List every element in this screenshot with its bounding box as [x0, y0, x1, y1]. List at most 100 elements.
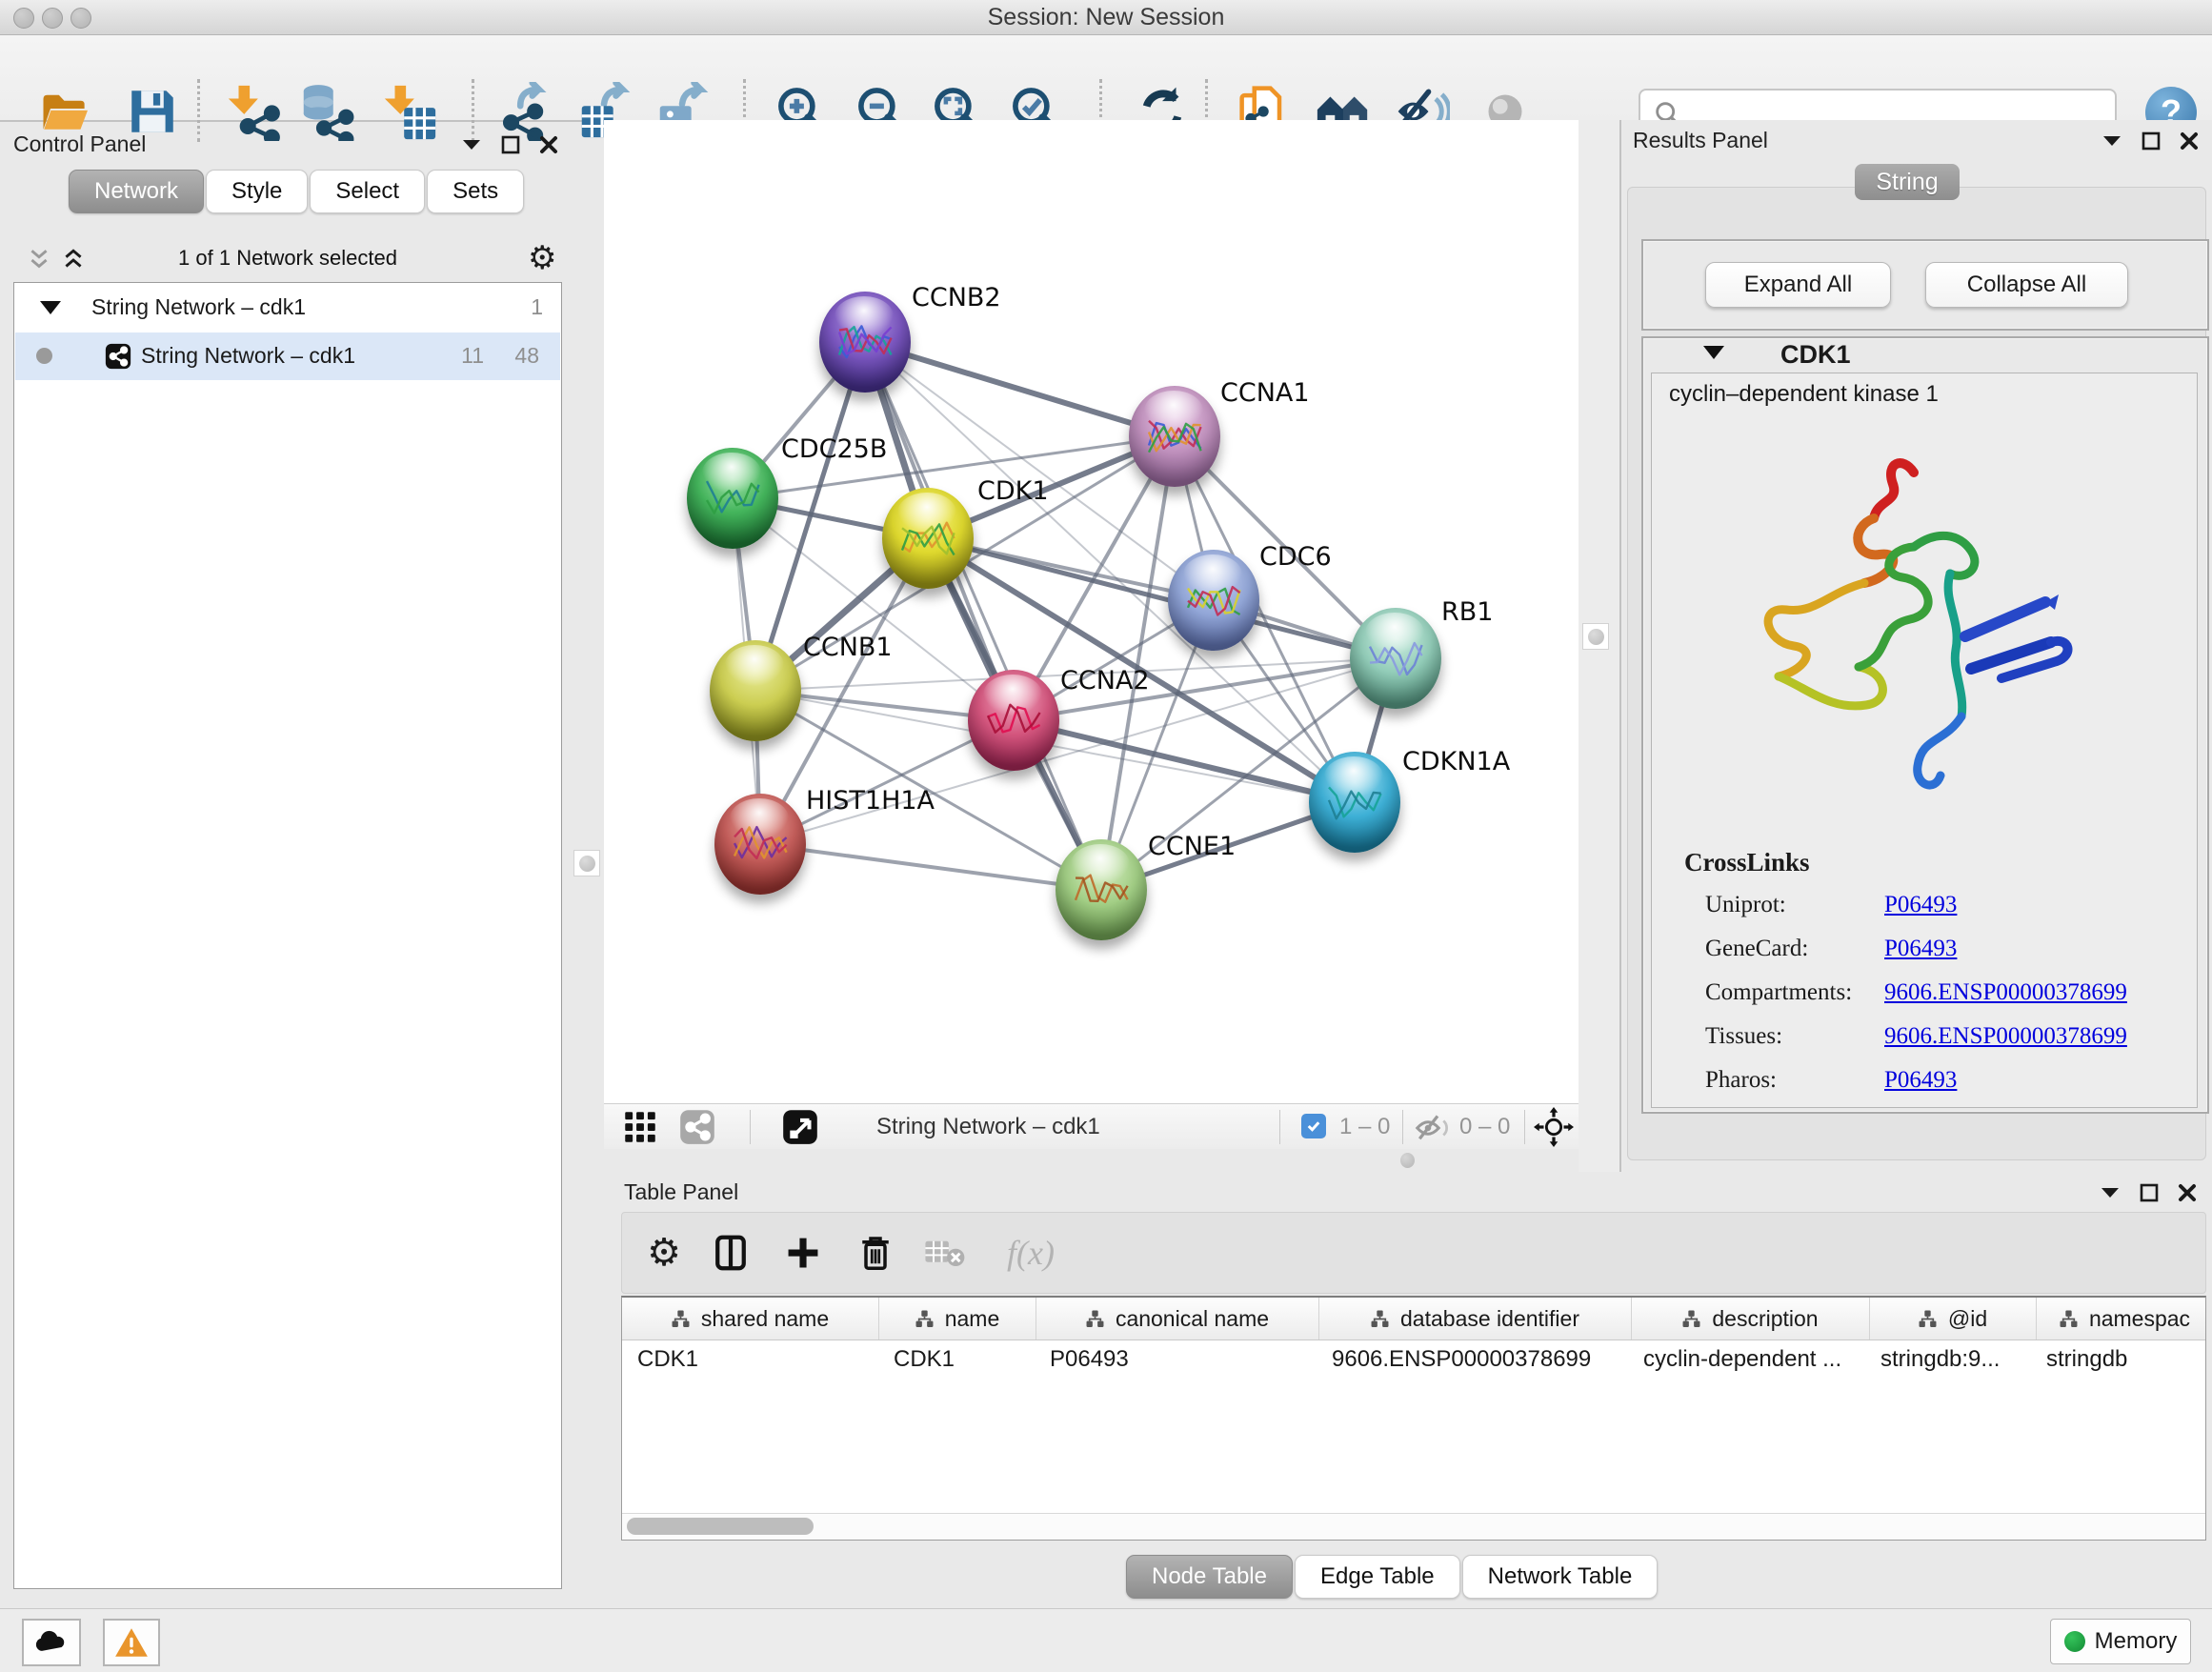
network-canvas[interactable]: CCNB2CCNA1CDC25BCDK1CDC6RB1CCNB1CCNA2HIS…	[604, 120, 1579, 1103]
column-header-label: canonical name	[1116, 1306, 1269, 1332]
left-splitter[interactable]	[570, 120, 604, 1608]
tab-network-table[interactable]: Network Table	[1462, 1555, 1659, 1599]
node-label-ccnb2: CCNB2	[912, 283, 1001, 312]
cloud-status-button[interactable]	[22, 1619, 81, 1666]
panel-float-icon[interactable]	[2142, 131, 2161, 151]
right-splitter[interactable]	[1579, 120, 1619, 1172]
panel-menu-icon[interactable]	[461, 138, 482, 151]
delete-column-button[interactable]	[851, 1228, 900, 1278]
node-label-rb1: RB1	[1441, 597, 1493, 627]
network-edge-count: 48	[514, 343, 539, 369]
node-label-ccnb1: CCNB1	[803, 633, 893, 662]
table-cell[interactable]: 9606.ENSP00000378699	[1317, 1340, 1628, 1379]
network-options-gear-icon[interactable]: ⚙	[528, 242, 556, 274]
network-node-cdc6[interactable]	[1168, 550, 1259, 651]
crosslinks-rows: Uniprot:P06493GeneCard:P06493Compartment…	[1684, 373, 2197, 1107]
network-share-view-button[interactable]	[674, 1104, 720, 1150]
column-header-database-identifier[interactable]: database identifier	[1319, 1298, 1632, 1340]
crosslink-link[interactable]: P06493	[1884, 936, 1957, 962]
right-splitter-grip[interactable]	[1582, 623, 1609, 650]
table-cell[interactable]: P06493	[1035, 1340, 1317, 1379]
table-horizontal-scrollbar[interactable]	[622, 1513, 2205, 1540]
column-header-namespac[interactable]: namespac	[2037, 1298, 2212, 1340]
crosslink-link[interactable]: 9606.ENSP00000378699	[1884, 979, 2127, 1006]
collapse-all-button[interactable]: Collapse All	[1925, 262, 2128, 308]
panel-float-icon[interactable]	[2140, 1183, 2159, 1202]
tab-sets[interactable]: Sets	[427, 170, 524, 213]
left-splitter-grip[interactable]	[573, 850, 600, 876]
network-node-cdc25b[interactable]	[687, 448, 778, 549]
attribute-branch-icon	[1086, 1310, 1104, 1328]
panel-close-icon[interactable]	[539, 135, 558, 154]
panel-menu-icon[interactable]	[2101, 134, 2122, 148]
function-builder-button[interactable]: f(x)	[988, 1228, 1074, 1278]
gene-collapse-icon[interactable]	[1703, 346, 1724, 359]
protein-thumbnail-icon	[1168, 550, 1259, 651]
panel-close-icon[interactable]	[2178, 1183, 2197, 1202]
network-node-hist1h1a[interactable]	[714, 794, 806, 895]
tab-edge-table[interactable]: Edge Table	[1295, 1555, 1460, 1599]
column-header-shared-name[interactable]: shared name	[622, 1298, 879, 1340]
warnings-button[interactable]	[103, 1619, 160, 1666]
network-node-cdkn1a[interactable]	[1309, 752, 1400, 853]
show-columns-button[interactable]	[706, 1228, 755, 1278]
horizontal-splitter-grip[interactable]	[1400, 1153, 1415, 1168]
delete-table-button[interactable]	[919, 1228, 969, 1278]
tab-network[interactable]: Network	[69, 170, 204, 213]
table-row[interactable]: CDK1CDK1P064939606.ENSP00000378699cyclin…	[622, 1340, 2205, 1379]
column-header--id[interactable]: @id	[1870, 1298, 2037, 1340]
pan-crosshair-icon[interactable]	[1534, 1107, 1574, 1147]
results-panel: Results Panel String Expand All Collapse…	[1619, 120, 2212, 1172]
grid-view-button[interactable]	[617, 1104, 663, 1150]
table-cell[interactable]: stringdb:9...	[1865, 1340, 2031, 1379]
tab-select[interactable]: Select	[310, 170, 425, 213]
tab-style[interactable]: Style	[206, 170, 308, 213]
network-collection-row[interactable]: String Network – cdk1 1	[15, 284, 560, 332]
column-header-label: database identifier	[1400, 1306, 1579, 1332]
scrollbar-thumb[interactable]	[627, 1518, 814, 1535]
network-node-ccnb1[interactable]	[710, 640, 801, 741]
results-tab-string[interactable]: String	[1855, 164, 1960, 200]
node-label-ccna2: CCNA2	[1060, 666, 1150, 695]
network-row-selected[interactable]: String Network – cdk1 11 48	[15, 332, 560, 380]
crosslink-link[interactable]: 9606.ENSP00000378699	[1884, 1023, 2127, 1050]
network-current-dot-icon	[36, 348, 52, 364]
column-header-name[interactable]: name	[879, 1298, 1036, 1340]
network-node-ccnb2[interactable]	[819, 292, 911, 393]
crosslink-link[interactable]: P06493	[1884, 892, 1957, 918]
network-node-ccna2[interactable]	[968, 670, 1059, 771]
table-panel: Table Panel ⚙	[613, 1172, 2212, 1608]
panel-close-icon[interactable]	[2180, 131, 2199, 151]
panel-float-icon[interactable]	[501, 135, 520, 154]
fx-icon: f(x)	[1007, 1233, 1055, 1273]
crosslink-link[interactable]: P06493	[1884, 1067, 1957, 1094]
network-node-rb1[interactable]	[1350, 608, 1441, 709]
column-header-description[interactable]: description	[1632, 1298, 1870, 1340]
table-cell[interactable]: stringdb	[2031, 1340, 2207, 1379]
table-settings-button[interactable]: ⚙	[639, 1228, 689, 1278]
network-node-ccna1[interactable]	[1129, 386, 1220, 487]
hidden-indicator-eye-icon[interactable]	[1414, 1114, 1452, 1142]
birds-eye-view-button[interactable]	[777, 1104, 823, 1150]
table-cell[interactable]: cyclin-dependent ...	[1628, 1340, 1865, 1379]
table-cell[interactable]: CDK1	[878, 1340, 1035, 1379]
network-view-toolbar: String Network – cdk1 1 – 0 0 – 0	[604, 1103, 1579, 1150]
node-label-ccna1: CCNA1	[1220, 378, 1310, 408]
table-cell[interactable]: CDK1	[622, 1340, 878, 1379]
network-node-cdk1[interactable]	[882, 488, 974, 589]
memory-button[interactable]: Memory	[2050, 1619, 2191, 1664]
network-node-ccne1[interactable]	[1056, 839, 1147, 940]
column-header-canonical-name[interactable]: canonical name	[1036, 1298, 1319, 1340]
create-column-button[interactable]	[778, 1228, 828, 1278]
attribute-branch-icon	[915, 1310, 934, 1328]
network-selection-status: 1 of 1 Network selected	[13, 246, 562, 271]
tab-node-table[interactable]: Node Table	[1126, 1555, 1293, 1599]
horizontal-splitter[interactable]	[604, 1149, 1579, 1172]
network-edge[interactable]	[760, 844, 1101, 890]
panel-menu-icon[interactable]	[2100, 1186, 2121, 1199]
columns-icon	[712, 1234, 750, 1272]
selected-indicator-checkbox[interactable]	[1301, 1114, 1326, 1138]
expand-all-button[interactable]: Expand All	[1705, 262, 1891, 308]
string-network-badge-icon	[105, 343, 131, 370]
collection-expand-icon[interactable]	[40, 301, 61, 314]
